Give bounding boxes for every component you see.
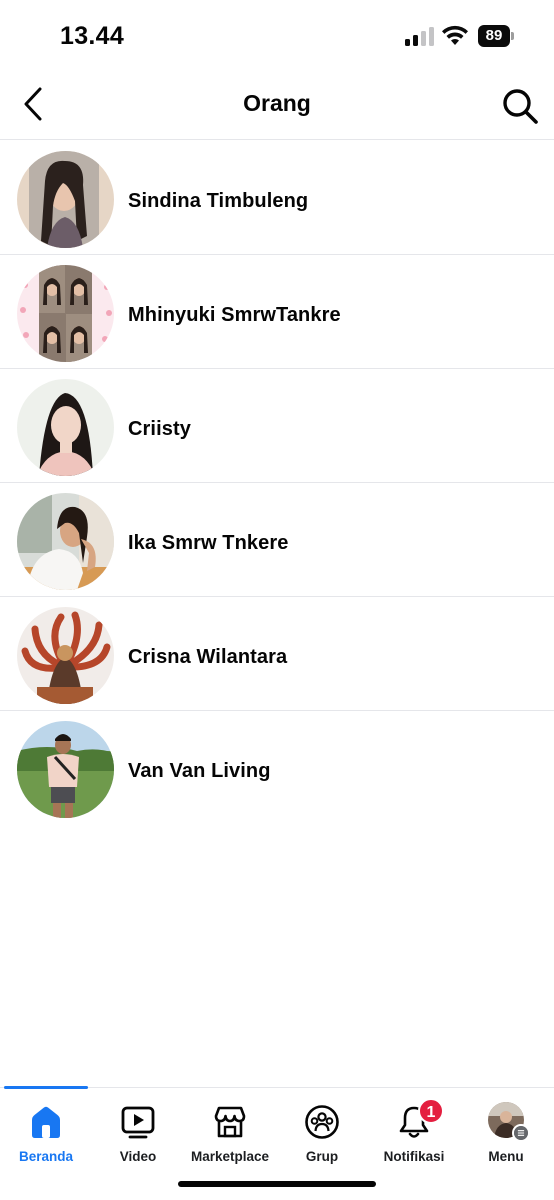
avatar[interactable] (17, 721, 114, 818)
nav-label: Notifikasi (383, 1149, 445, 1164)
person-row-criisty[interactable]: Criisty (0, 369, 554, 483)
person-name[interactable]: Criisty (128, 418, 191, 441)
groups-icon (305, 1105, 339, 1139)
nav-menu[interactable]: Menu (460, 1100, 552, 1170)
nav-label: Video (119, 1149, 157, 1164)
marketplace-icon (214, 1106, 246, 1138)
video-icon (121, 1106, 155, 1139)
person-name[interactable]: Sindina Timbuleng (128, 190, 308, 213)
active-tab-indicator (4, 1086, 88, 1089)
wifi-icon (442, 25, 468, 45)
top-app-bar: Orang (0, 72, 554, 140)
nav-label: Beranda (18, 1149, 74, 1164)
people-list: Sindina Timbuleng Mhinyuki SmrwTankre Cr… (0, 141, 554, 825)
person-name[interactable]: Ika Smrw Tnkere (128, 532, 288, 555)
search-icon[interactable] (500, 86, 540, 126)
nav-label: Menu (488, 1149, 524, 1164)
home-icon (32, 1106, 60, 1138)
person-row-ika-smrw-tnkere[interactable]: Ika Smrw Tnkere (0, 483, 554, 597)
notification-badge: 1 (418, 1098, 444, 1124)
cellular-signal-icon (405, 27, 435, 46)
battery-level: 89 (478, 25, 510, 47)
avatar[interactable] (17, 493, 114, 590)
person-name[interactable]: Mhinyuki SmrwTankre (128, 304, 341, 327)
nav-video[interactable]: Video (92, 1100, 184, 1170)
person-name[interactable]: Van Van Living (128, 760, 271, 783)
avatar[interactable] (17, 151, 114, 248)
nav-grup[interactable]: Grup (276, 1100, 368, 1170)
person-row-van-van-living[interactable]: Van Van Living (0, 711, 554, 825)
battery-icon: 89 (478, 25, 514, 47)
nav-marketplace[interactable]: Marketplace (184, 1100, 276, 1170)
home-indicator (178, 1181, 376, 1187)
avatar[interactable] (17, 379, 114, 476)
hamburger-icon (512, 1124, 530, 1142)
status-time: 13.44 (60, 22, 125, 50)
nav-beranda[interactable]: Beranda (0, 1100, 92, 1170)
status-bar: 13.44 89 (0, 0, 554, 72)
person-row-mhinyuki-smrwtankre[interactable]: Mhinyuki SmrwTankre (0, 255, 554, 369)
nav-label: Marketplace (190, 1149, 270, 1164)
avatar[interactable] (17, 607, 114, 704)
avatar[interactable] (17, 265, 114, 362)
person-name[interactable]: Crisna Wilantara (128, 646, 287, 669)
person-row-crisna-wilantara[interactable]: Crisna Wilantara (0, 597, 554, 711)
page-title: Orang (243, 90, 311, 116)
nav-notifikasi[interactable]: 1 Notifikasi (368, 1098, 460, 1170)
person-row-sindina-timbuleng[interactable]: Sindina Timbuleng (0, 141, 554, 255)
nav-label: Grup (305, 1149, 339, 1164)
